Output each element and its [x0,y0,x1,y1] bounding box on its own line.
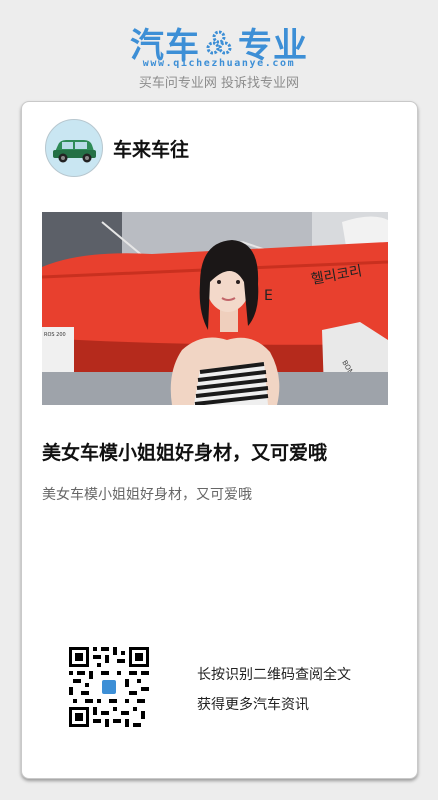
photo-text-e: E [264,288,273,304]
logo-slogan: 买车问专业网 投诉找专业网 [138,76,300,91]
qr-code[interactable] [69,647,149,727]
gear-icon [206,30,232,54]
author-avatar[interactable] [45,119,103,177]
article-title[interactable]: 美女车模小姐姐好身材，又可爱哦 [42,438,402,465]
photo-svg: 헬리코리 E ROS 200 BOMB 300 [42,212,388,405]
photo-text-sign: ROS 200 [44,332,66,338]
author-name[interactable]: 车来车往 [113,135,189,162]
article-photo[interactable]: 헬리코리 E ROS 200 BOMB 300 [42,212,388,405]
qr-code-icon [69,647,149,727]
qr-instruction-line1: 长按识别二维码查阅全文 [197,667,351,683]
site-header: 汽车 专业 www.qichezhuanye.com 买车问专业网 投诉找专业网 [0,0,438,100]
qr-instruction-line2: 获得更多汽车资讯 [197,697,309,713]
article-card[interactable]: 车来车往 헬리코리 E ROS 200 BOMB 300 [21,101,418,779]
car-icon [53,140,96,163]
article-summary: 美女车模小姐姐好身材，又可爱哦 [42,487,252,503]
logo-url: www.qichezhuanye.com [142,58,296,69]
